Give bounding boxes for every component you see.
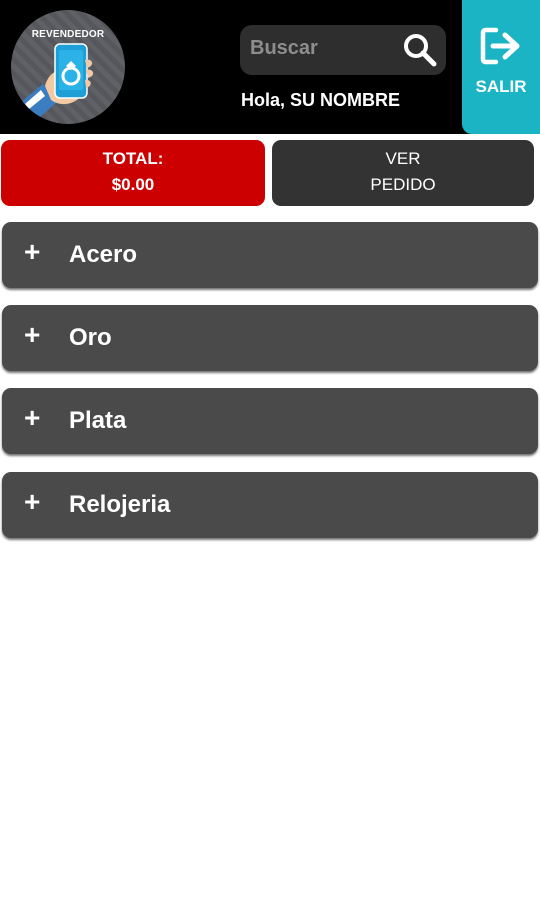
category-label: Plata xyxy=(69,407,127,434)
search-icon[interactable] xyxy=(402,32,438,68)
exit-icon xyxy=(480,27,520,65)
search-input[interactable]: Buscar xyxy=(250,37,318,60)
category-item-plata[interactable]: + Plata xyxy=(2,388,538,454)
category-label: Relojeria xyxy=(69,491,171,518)
view-order-label-line2: PEDIDO xyxy=(370,175,436,194)
view-order-button[interactable]: VER PEDIDO xyxy=(272,140,534,206)
search-box[interactable]: Buscar xyxy=(240,25,446,75)
category-label: Oro xyxy=(69,324,112,351)
plus-icon: + xyxy=(24,319,41,350)
plus-icon: + xyxy=(24,402,41,433)
category-label: Acero xyxy=(69,241,138,268)
reseller-logo: REVENDEDOR xyxy=(11,10,125,124)
plus-icon: + xyxy=(24,486,41,517)
logout-label: SALIR xyxy=(475,77,527,96)
plus-icon: + xyxy=(24,236,41,267)
category-item-oro[interactable]: + Oro xyxy=(2,305,538,371)
total-value: $0.00 xyxy=(111,175,155,194)
total-label: TOTAL: xyxy=(102,149,164,168)
view-order-label-line1: VER xyxy=(385,149,421,168)
app-header: REVENDEDOR Buscar Hola, SU NOMBRE SALIR xyxy=(0,0,540,134)
category-item-relojeria[interactable]: + Relojeria xyxy=(2,472,538,538)
logout-button[interactable]: SALIR xyxy=(462,0,540,134)
user-greeting: Hola, SU NOMBRE xyxy=(241,90,401,110)
phone-ring-icon xyxy=(21,43,94,118)
total-button[interactable]: TOTAL: $0.00 xyxy=(1,140,265,206)
category-item-acero[interactable]: + Acero xyxy=(2,222,538,288)
